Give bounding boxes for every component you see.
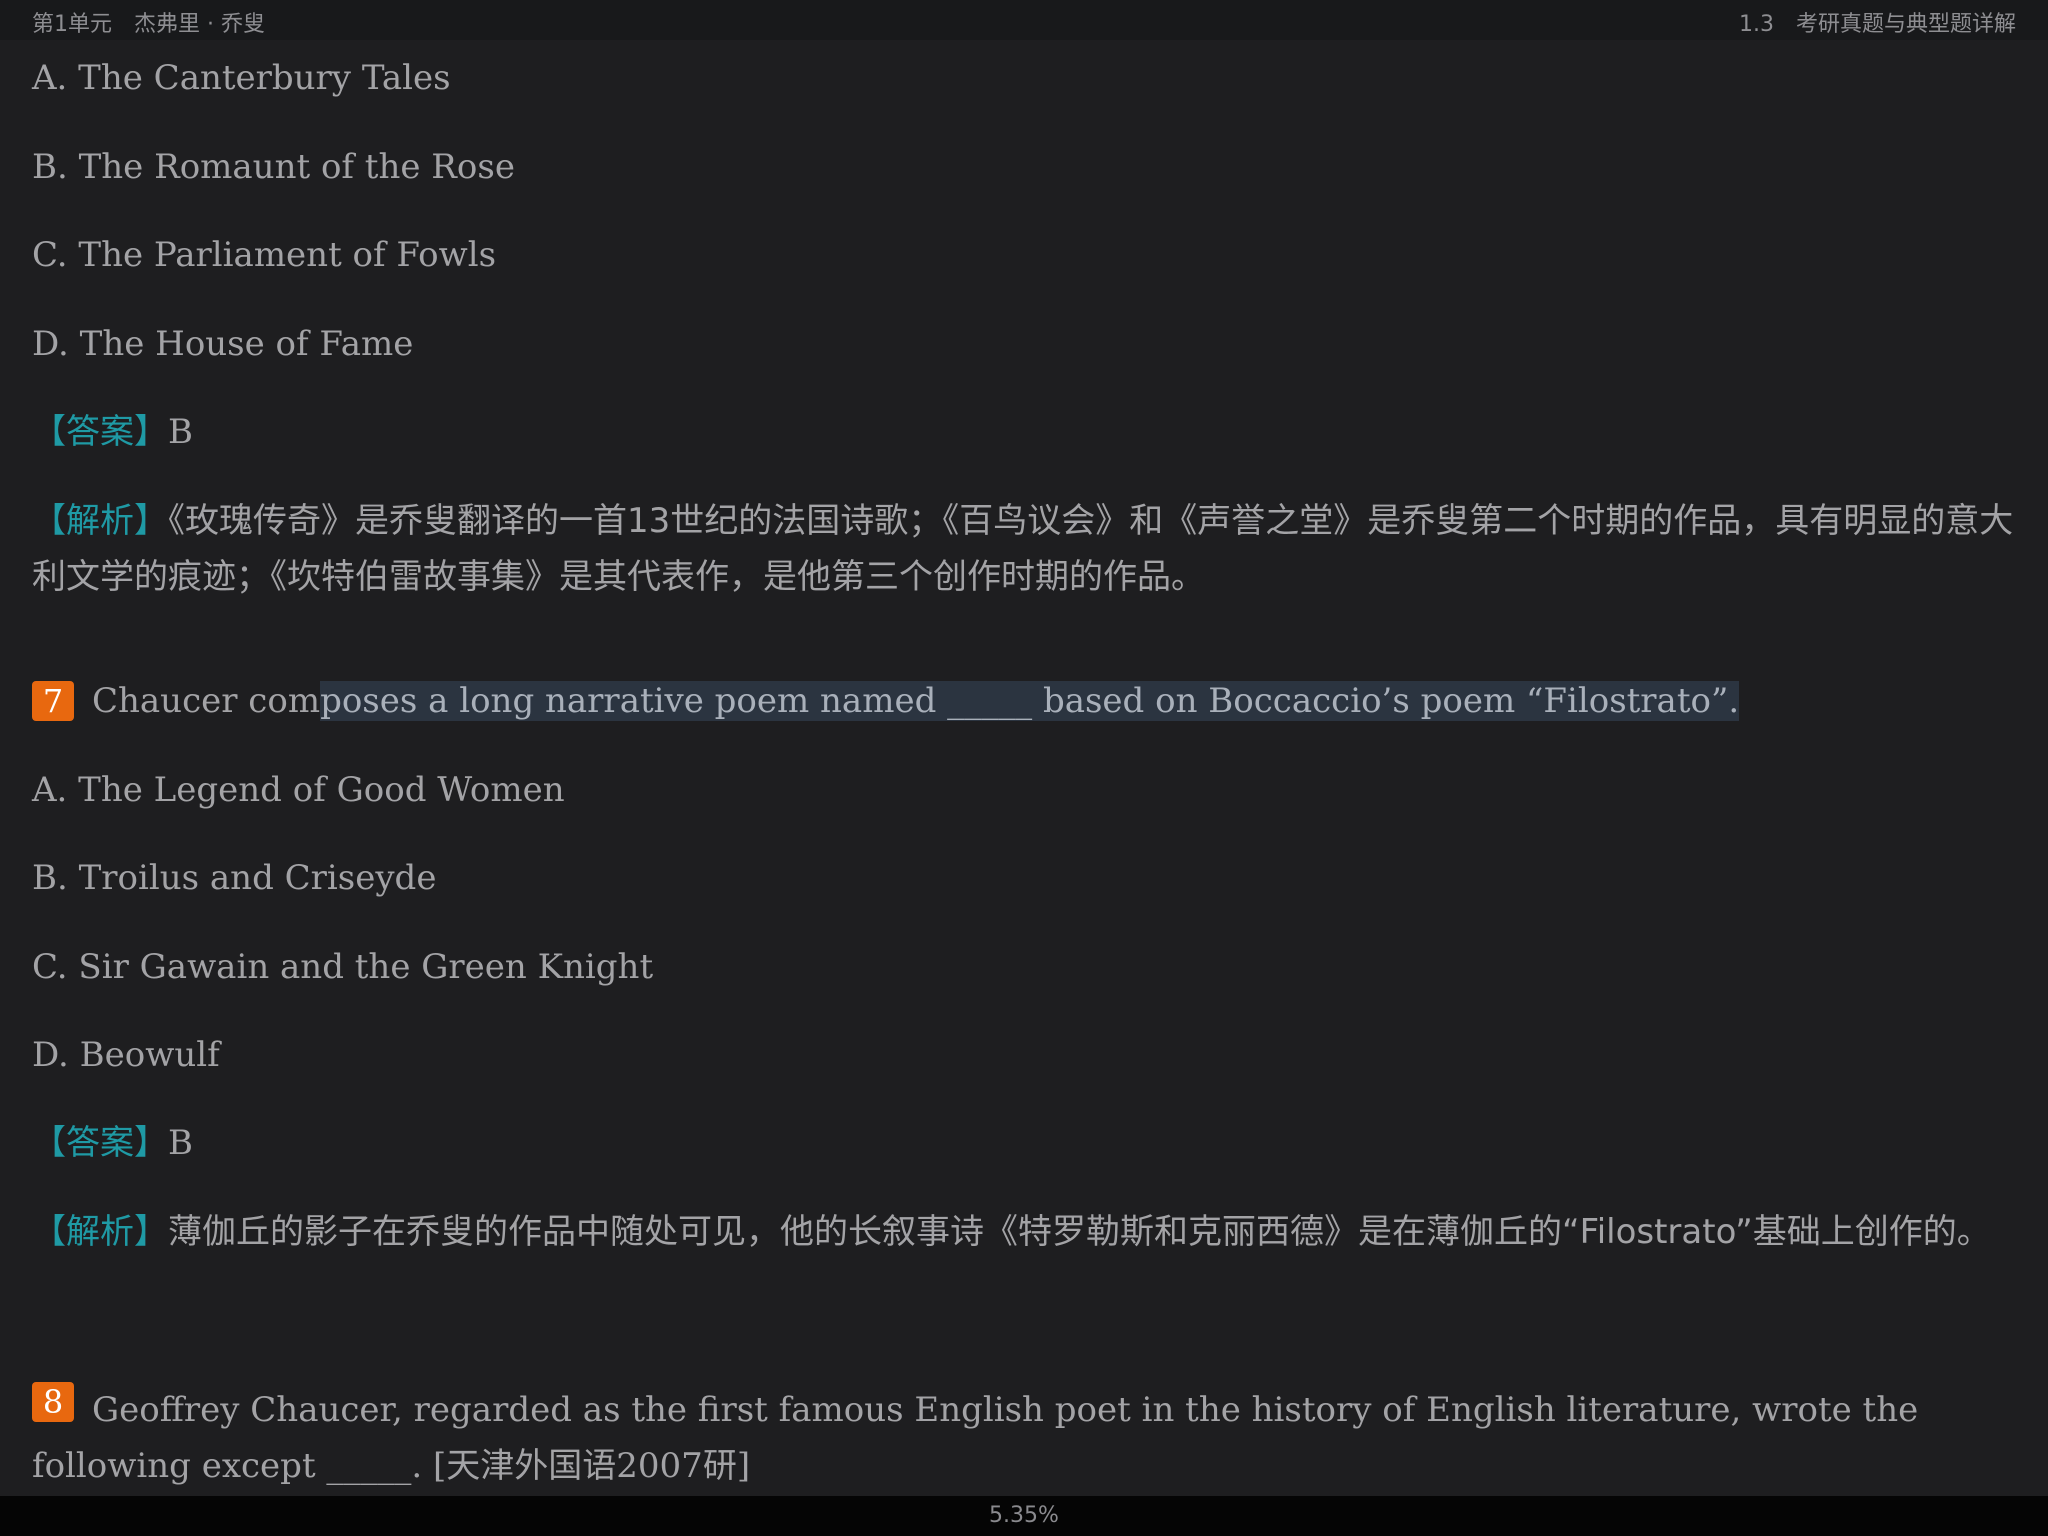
q7-option-a: A. The Legend of Good Women bbox=[32, 770, 565, 810]
answer-label: 【答案】 bbox=[32, 1123, 168, 1163]
q6-analysis: 【解析】《玫瑰传奇》是乔叟翻译的一首13世纪的法国诗歌；《百鸟议会》和《声誉之堂… bbox=[32, 493, 2022, 605]
q7-analysis: 【解析】薄伽丘的影子在乔叟的作品中随处可见，他的长叙事诗《特罗勒斯和克丽西德》是… bbox=[32, 1204, 2022, 1260]
reader-content[interactable]: A. The Canterbury Tales B. The Romaunt o… bbox=[0, 0, 2048, 1496]
answer-value: B bbox=[168, 1123, 193, 1163]
analysis-label: 【解析】 bbox=[32, 1212, 168, 1252]
analysis-text: 薄伽丘的影子在乔叟的作品中随处可见，他的长叙事诗《特罗勒斯和克丽西德》是在薄伽丘… bbox=[168, 1212, 1991, 1252]
reading-progress: 5.35% bbox=[0, 1496, 2048, 1536]
q7-stem-text: Chaucer com bbox=[92, 681, 321, 721]
q6-option-d: D. The House of Fame bbox=[32, 324, 414, 364]
q7-answer: 【答案】B bbox=[32, 1123, 193, 1163]
q7-option-c: C. Sir Gawain and the Green Knight bbox=[32, 947, 654, 987]
q6-answer: 【答案】B bbox=[32, 412, 193, 452]
q6-option-c: C. The Parliament of Fowls bbox=[32, 235, 497, 275]
q7-option-b: B. Troilus and Criseyde bbox=[32, 858, 437, 898]
q8-stem-text: Geoffrey Chaucer, regarded as the first … bbox=[32, 1390, 1919, 1486]
q7-stem[interactable]: 7 Chaucer composes a long narrative poem … bbox=[32, 681, 1740, 721]
q7-option-d: D. Beowulf bbox=[32, 1035, 220, 1075]
question-number-badge: 8 bbox=[32, 1382, 74, 1422]
q6-option-b: B. The Romaunt of the Rose bbox=[32, 147, 515, 187]
q6-option-a: A. The Canterbury Tales bbox=[32, 58, 451, 98]
question-number-badge: 7 bbox=[32, 681, 74, 721]
answer-value: B bbox=[168, 412, 193, 452]
answer-label: 【答案】 bbox=[32, 412, 168, 452]
analysis-text: 《玫瑰传奇》是乔叟翻译的一首13世纪的法国诗歌；《百鸟议会》和《声誉之堂》是乔叟… bbox=[32, 501, 2014, 597]
text-selection-highlight[interactable]: poses a long narrative poem named _____ … bbox=[320, 681, 1740, 721]
q8-stem: 8 Geoffrey Chaucer, regarded as the first… bbox=[32, 1382, 2022, 1494]
analysis-label: 【解析】 bbox=[32, 501, 168, 541]
